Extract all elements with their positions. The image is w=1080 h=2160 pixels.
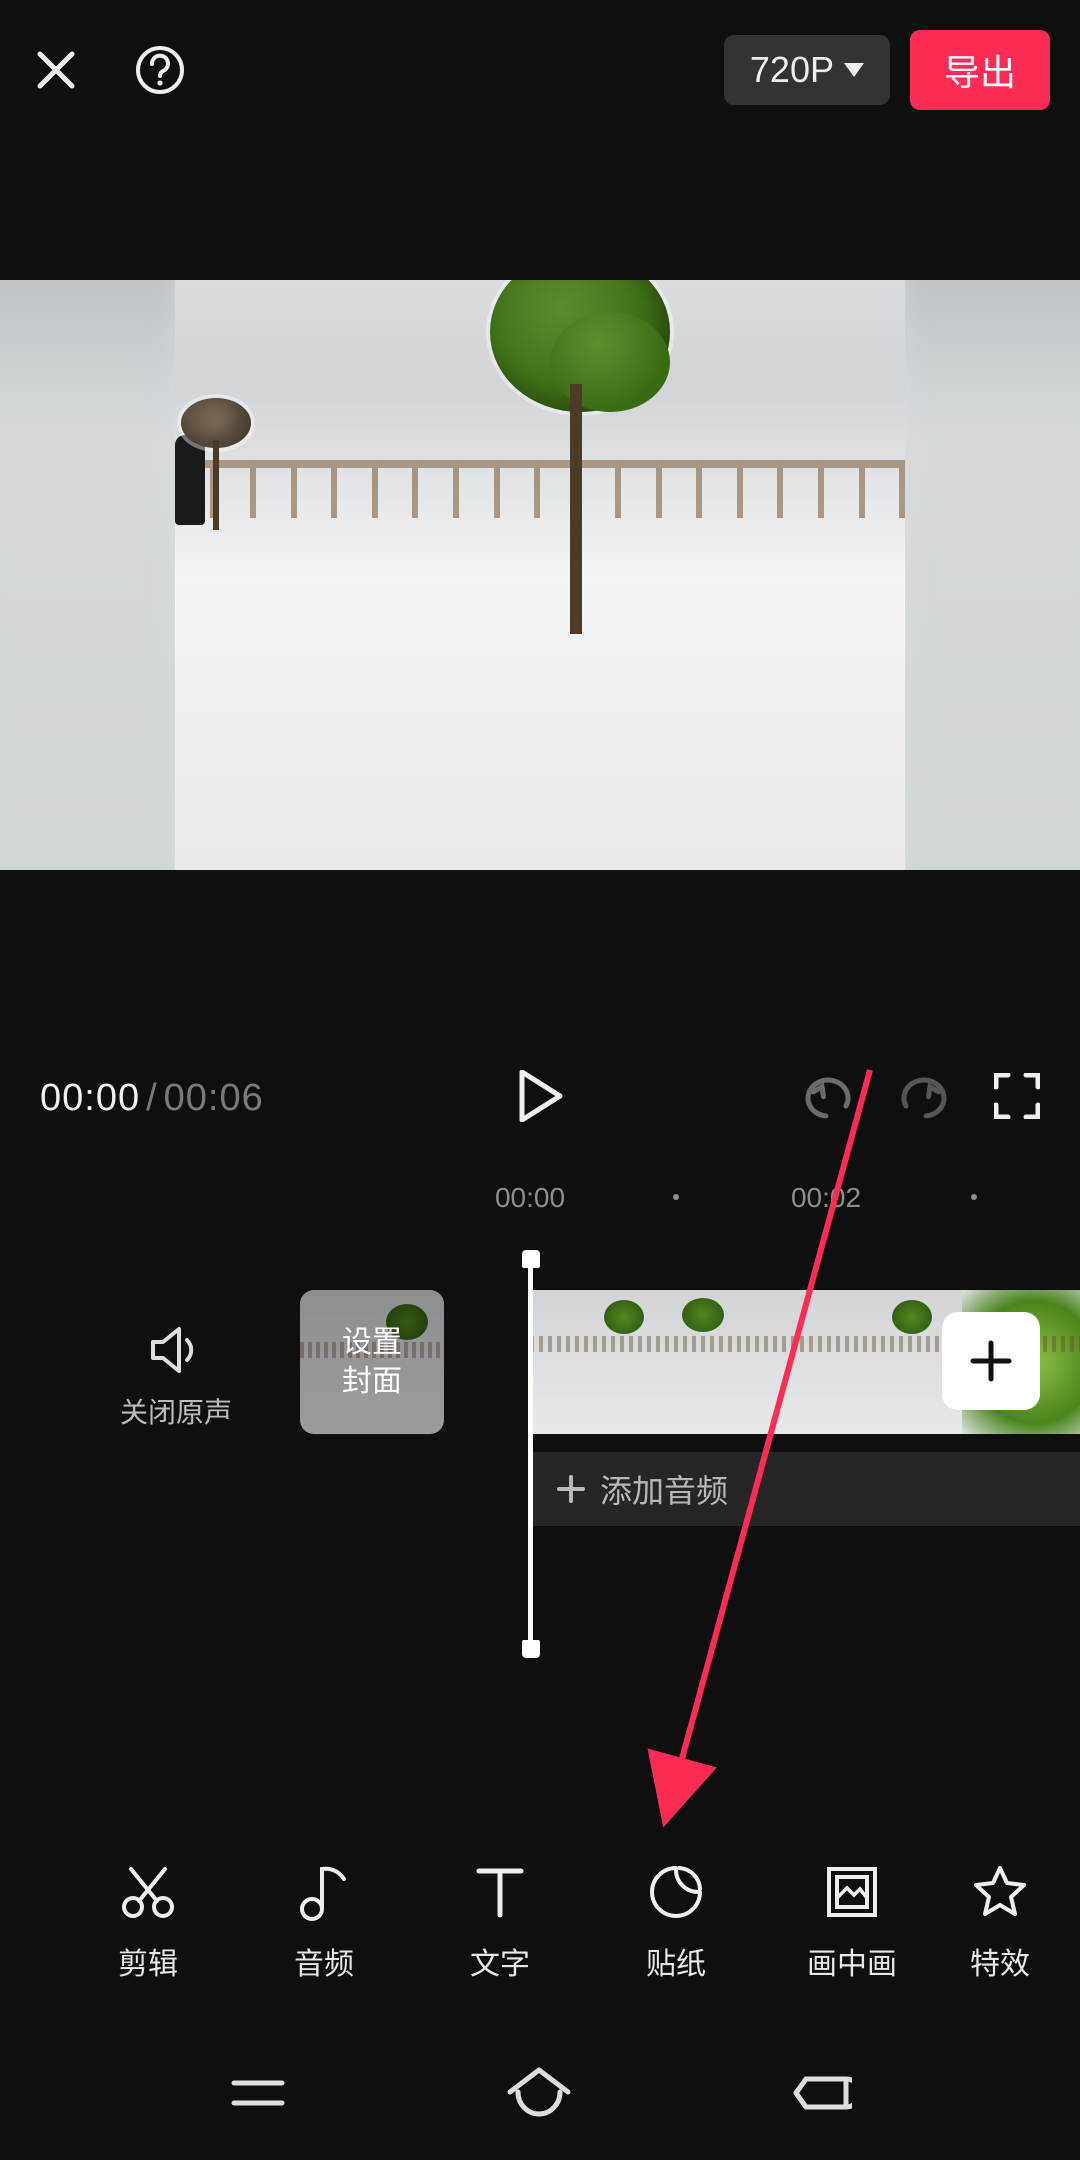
system-navigation: [0, 2030, 1080, 2160]
playhead[interactable]: [528, 1258, 533, 1650]
tool-strip: 剪辑 音频 文字 贴纸 画中画 特效: [0, 1838, 1080, 2008]
redo-icon[interactable]: [898, 1072, 950, 1125]
ruler-tick: [673, 1194, 679, 1200]
tool-edit[interactable]: 剪辑: [60, 1863, 236, 1983]
tool-label: 画中画: [807, 1939, 897, 1983]
close-icon[interactable]: [30, 44, 82, 96]
music-note-icon: [295, 1863, 353, 1921]
mute-original-button[interactable]: 关闭原声: [120, 1326, 232, 1431]
timeline: 关闭原声 设置 封面 添加音频: [0, 1238, 1080, 1668]
picture-in-picture-icon: [823, 1863, 881, 1921]
cover-label: 设置 封面: [300, 1290, 444, 1434]
resolution-label: 720P: [750, 49, 834, 91]
add-clip-button[interactable]: [942, 1312, 1040, 1410]
plus-icon: [969, 1339, 1013, 1383]
tool-label: 特效: [970, 1939, 1030, 1983]
back-icon[interactable]: [790, 2069, 852, 2122]
add-audio-label: 添加音频: [600, 1466, 728, 1512]
mute-label: 关闭原声: [120, 1391, 232, 1431]
ruler-mark: 00:00: [495, 1182, 565, 1214]
scissors-icon: [119, 1863, 177, 1921]
clip-thumb: [674, 1290, 818, 1434]
time-display: 00:00/00:06: [40, 1077, 264, 1120]
clip-thumb: [818, 1290, 962, 1434]
preview-blur-right: [897, 280, 1080, 870]
ruler-tick: [971, 1194, 977, 1200]
help-icon[interactable]: [134, 44, 186, 96]
ruler-mark: 00:02: [791, 1182, 861, 1214]
current-time: 00:00: [40, 1077, 140, 1119]
tool-label: 贴纸: [646, 1939, 706, 1983]
tool-audio[interactable]: 音频: [236, 1863, 412, 1983]
star-icon: [971, 1863, 1029, 1921]
recent-apps-icon[interactable]: [228, 2071, 288, 2120]
fullscreen-icon[interactable]: [994, 1073, 1040, 1124]
tool-effects[interactable]: 特效: [940, 1863, 1060, 1983]
play-button[interactable]: [516, 1070, 564, 1127]
speaker-icon: [149, 1326, 203, 1374]
preview-blur-left: [0, 280, 183, 870]
tool-text[interactable]: 文字: [412, 1863, 588, 1983]
text-icon: [471, 1863, 529, 1921]
chevron-down-icon: [844, 63, 864, 77]
preview-frame: [175, 280, 905, 870]
tool-label: 文字: [470, 1939, 530, 1983]
plus-icon: [556, 1474, 586, 1504]
top-bar: 720P 导出: [0, 20, 1080, 120]
set-cover-button[interactable]: 设置 封面: [300, 1290, 444, 1434]
tool-pip[interactable]: 画中画: [764, 1863, 940, 1983]
clip-thumb: [530, 1290, 674, 1434]
tool-sticker[interactable]: 贴纸: [588, 1863, 764, 1983]
resolution-button[interactable]: 720P: [724, 35, 890, 105]
undo-icon[interactable]: [802, 1072, 854, 1125]
home-icon[interactable]: [504, 2066, 574, 2125]
sticker-icon: [647, 1863, 705, 1921]
playback-bar: 00:00/00:06: [0, 1058, 1080, 1138]
tool-label: 剪辑: [118, 1939, 178, 1983]
video-preview[interactable]: [0, 280, 1080, 870]
add-audio-button[interactable]: 添加音频: [530, 1452, 1080, 1526]
export-button[interactable]: 导出: [910, 30, 1050, 110]
duration-time: 00:06: [164, 1077, 264, 1119]
tool-label: 音频: [294, 1939, 354, 1983]
time-ruler[interactable]: 00:00 00:02: [0, 1182, 1080, 1232]
